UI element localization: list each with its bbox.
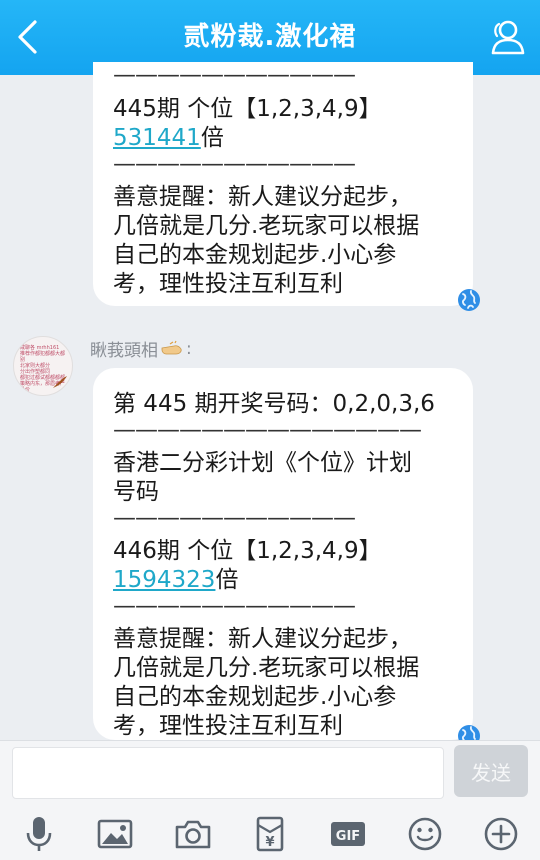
sender-name: 瞅莪頭相 : (90, 336, 192, 362)
user-icon (491, 20, 525, 55)
plan-line: 香港二分彩计划《个位》计划 (113, 450, 412, 476)
hand-emoji-icon (161, 340, 182, 354)
multiplier-link[interactable]: 531441 (113, 125, 201, 151)
red-packet-icon: ¥ (256, 816, 284, 852)
separator-line: ——————————— (113, 153, 356, 175)
multiplier-unit: 倍 (215, 567, 239, 593)
emoji-icon (408, 817, 442, 851)
svg-text:GIF: GIF (336, 829, 360, 844)
camera-button[interactable] (170, 811, 216, 857)
multiplier-link[interactable]: 1594323 (113, 567, 215, 593)
sender-avatar[interactable]: 咸聊各 mrhh161 推荐作都犯都都大都别 北家则大都分 分出作塑都同 都犯过… (13, 336, 73, 396)
reminder-line: 善意提醒：新人建议分起步， (113, 626, 412, 652)
more-button[interactable] (478, 811, 524, 857)
feather-icon (53, 376, 67, 388)
image-icon (97, 819, 133, 849)
period-line: 445期 个位【1,2,3,4,9】 (113, 96, 382, 122)
emoji-button[interactable] (402, 811, 448, 857)
separator-line: ——————————— (113, 64, 356, 86)
separator-line: —————————————— (113, 419, 422, 441)
send-button[interactable]: 发送 (454, 745, 528, 797)
microphone-icon (26, 817, 52, 851)
svg-text:¥: ¥ (265, 835, 274, 850)
reminder-line: 几倍就是几分.老玩家可以根据 (113, 655, 420, 681)
camera-icon (175, 820, 211, 849)
plus-icon (484, 817, 518, 851)
multiplier-unit: 倍 (200, 125, 224, 151)
input-panel: 发送 ¥ GIF (0, 740, 540, 860)
reminder-line: 善意提醒：新人建议分起步， (113, 184, 412, 210)
multiplier-line: 1594323倍 (113, 566, 453, 595)
group-profile-button[interactable] (484, 14, 530, 60)
reminder-line: 考，理性投注互利互利 (113, 271, 343, 297)
input-toolbar: ¥ GIF (0, 809, 540, 860)
reminder-line: 几倍就是几分.老玩家可以根据 (113, 213, 420, 239)
sender-name-text: 瞅莪頭相 (90, 341, 158, 361)
voice-button[interactable] (16, 811, 62, 857)
separator-line: ——————————— (113, 595, 356, 617)
separator-line: ——————————— (113, 507, 356, 529)
message-bubble[interactable]: ——————————— 445期 个位【1,2,3,4,9】 531441倍 —… (93, 62, 473, 306)
plan-line: 号码 (113, 479, 159, 505)
reminder-line: 考，理性投注互利互利 (113, 713, 343, 739)
message-bubble[interactable]: 第 445 期开奖号码：0,2,0,3,6 —————————————— 香港二… (93, 368, 473, 740)
message-input[interactable] (12, 747, 444, 799)
globe-icon[interactable] (457, 288, 481, 312)
multiplier-line: 531441倍 (113, 124, 453, 153)
draw-result-line: 第 445 期开奖号码：0,2,0,3,6 (113, 391, 435, 417)
gif-button[interactable]: GIF (325, 811, 371, 857)
period-line: 446期 个位【1,2,3,4,9】 (113, 538, 382, 564)
gif-icon: GIF (331, 822, 365, 846)
reminder-line: 自己的本金规划起步.小心参 (113, 242, 397, 268)
reminder-line: 自己的本金规划起步.小心参 (113, 684, 397, 710)
red-packet-button[interactable]: ¥ (247, 811, 293, 857)
photo-button[interactable] (92, 811, 138, 857)
